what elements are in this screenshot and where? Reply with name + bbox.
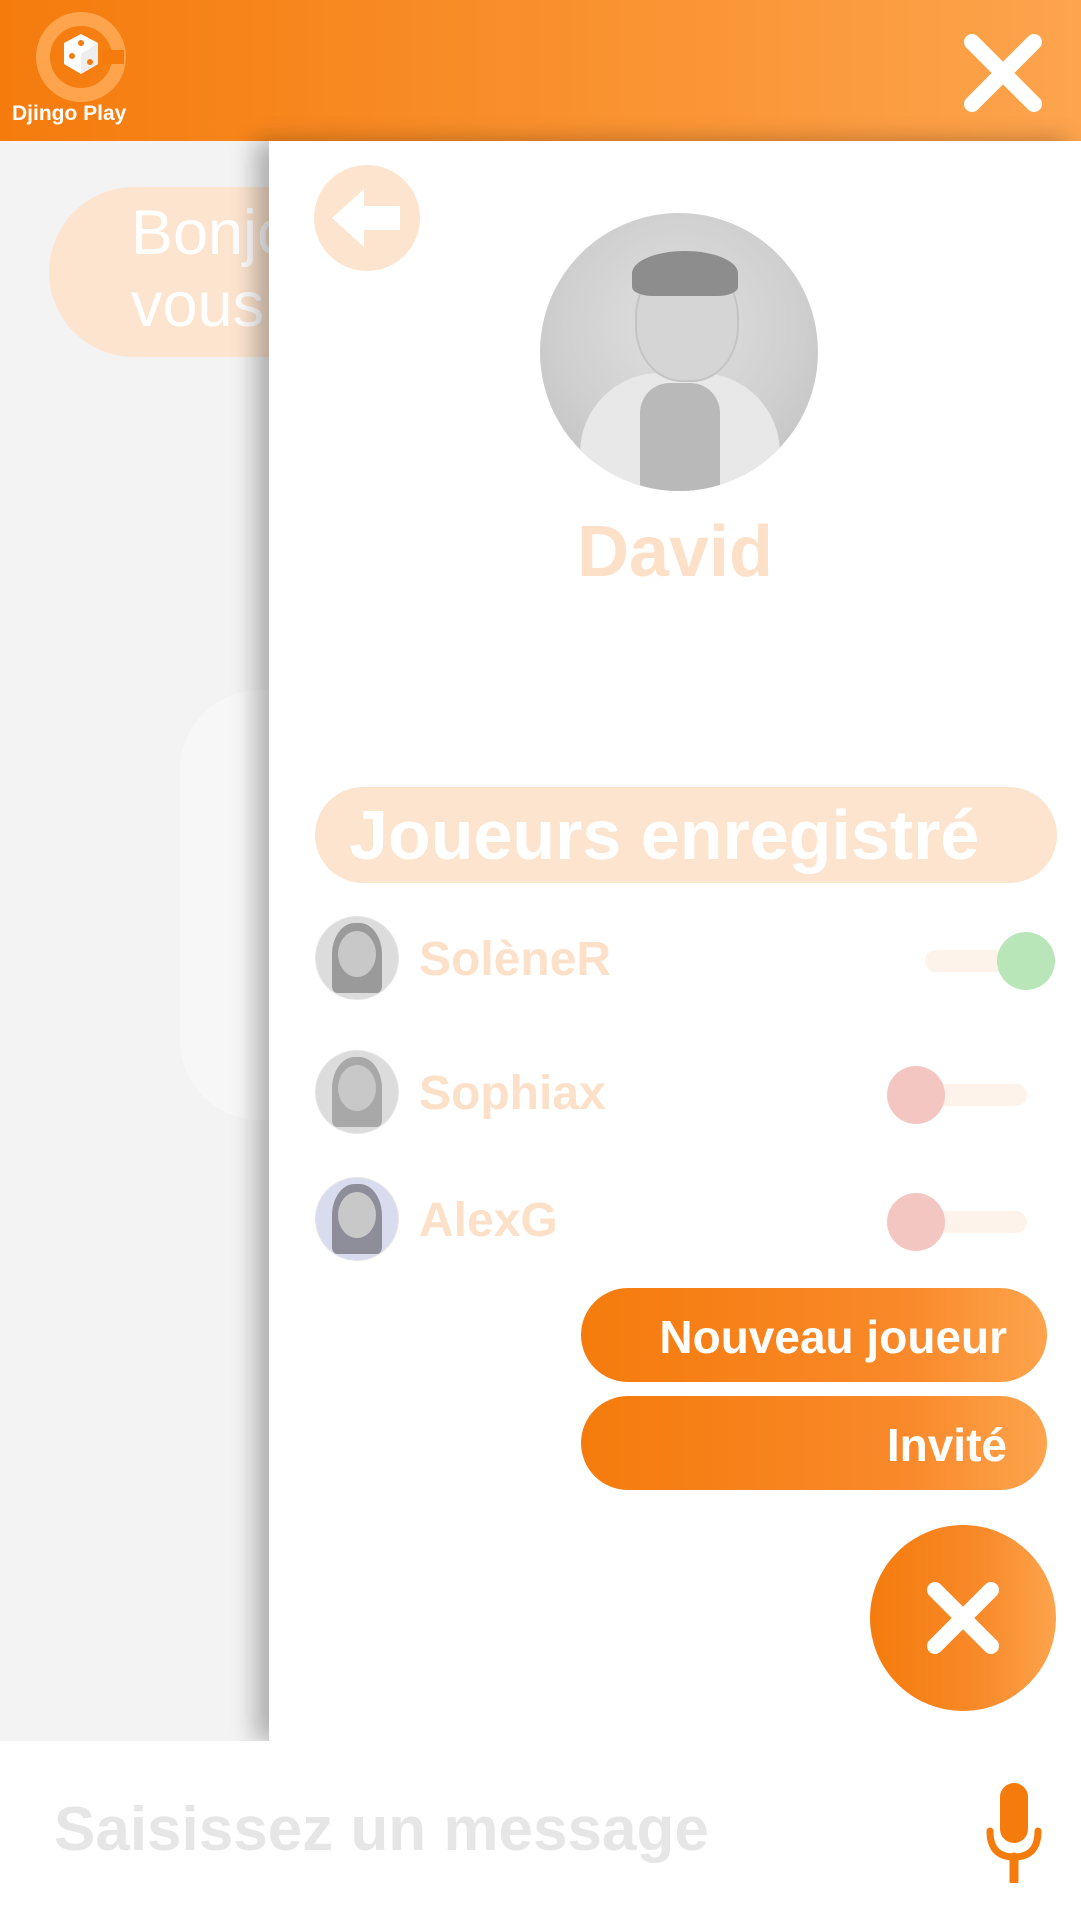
player-name: AlexG (419, 1194, 558, 1247)
section-title: Joueurs enregistré (349, 796, 980, 874)
message-input[interactable] (52, 1793, 876, 1866)
toggle-knob (997, 932, 1055, 990)
app-logo: Djingo Play (8, 10, 138, 135)
player-toggle[interactable] (887, 1193, 1037, 1251)
message-bar (0, 1741, 1081, 1920)
avatar (315, 1050, 399, 1134)
toggle-knob (887, 1066, 945, 1124)
player-name: SolèneR (419, 933, 612, 986)
avatar (315, 1177, 399, 1261)
guest-label: Invité (886, 1419, 1007, 1471)
close-panel-button[interactable] (870, 1525, 1056, 1711)
list-item: AlexG (315, 1177, 1075, 1263)
players-panel: David Joueurs enregistré SolèneR Sophiax… (269, 141, 1081, 1741)
close-icon[interactable] (960, 30, 1046, 116)
players-section-header: Joueurs enregistré (315, 787, 1057, 883)
dice-logo-icon (36, 12, 126, 102)
microphone-icon[interactable] (984, 1783, 1044, 1886)
top-bar: Djingo Play (0, 0, 1081, 141)
player-toggle[interactable] (887, 1066, 1037, 1124)
arrow-left-icon (332, 189, 400, 247)
toggle-knob (887, 1193, 945, 1251)
back-button[interactable] (314, 165, 420, 271)
guest-button[interactable]: Invité (581, 1396, 1047, 1490)
close-icon (927, 1582, 999, 1654)
profile-avatar (540, 213, 818, 491)
avatar (315, 916, 399, 1000)
player-name: Sophiax (419, 1067, 606, 1120)
player-toggle[interactable] (905, 932, 1055, 990)
list-item: Sophiax (315, 1050, 1075, 1136)
profile-name: David (576, 512, 774, 592)
list-item: SolèneR (315, 916, 1075, 1002)
new-player-button[interactable]: Nouveau joueur (581, 1288, 1047, 1382)
new-player-label: Nouveau joueur (659, 1311, 1007, 1363)
app-name: Djingo Play (12, 102, 127, 125)
